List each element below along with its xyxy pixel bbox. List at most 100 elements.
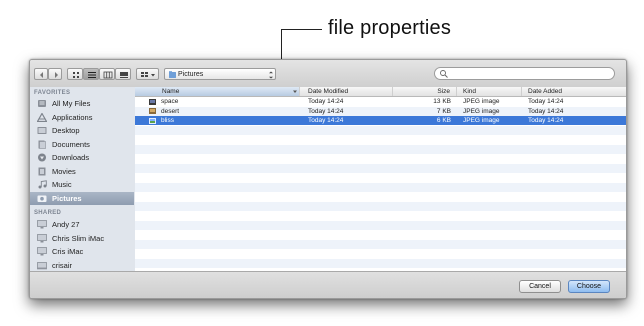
empty-row <box>135 144 626 154</box>
file-kind: JPEG image <box>463 98 500 105</box>
sidebar-item-label: Cris iMac <box>52 247 84 256</box>
file-date-modified: Today 14:24 <box>308 107 344 115</box>
all-files-icon <box>38 100 46 107</box>
sidebar-item-label: All My Files <box>52 99 91 108</box>
icon-view-icon <box>73 72 79 78</box>
file-list: Name Date Modified Size Kind Date Added … <box>135 87 626 298</box>
sidebar-item-label: Applications <box>52 112 93 122</box>
file-date-added: Today 14:24 <box>528 107 564 115</box>
file-date-modified: Today 14:24 <box>308 98 344 105</box>
sidebar-item-movies[interactable]: Movies <box>30 165 134 178</box>
sidebar-item-label: crisair <box>52 260 72 270</box>
coverflow-view-icon <box>120 72 128 78</box>
sidebar-item-chris-slim-imac[interactable]: Chris Slim iMac <box>30 232 134 245</box>
empty-row <box>135 201 626 211</box>
choose-button[interactable]: Choose <box>568 280 610 293</box>
forward-arrow-icon <box>55 72 58 78</box>
file-size: 6 KB <box>436 117 451 124</box>
desktop-icon <box>37 127 47 134</box>
sidebar-item-label: Pictures <box>52 193 82 203</box>
sidebar-item-label: Music <box>52 180 72 189</box>
search-field[interactable] <box>434 67 615 80</box>
forward-button[interactable] <box>48 68 62 80</box>
sidebar-item-desktop[interactable]: Desktop <box>30 124 134 137</box>
table-row[interactable]: bliss Today 14:24 6 KB JPEG image Today … <box>135 116 626 125</box>
favorites-heading: FAVORITES <box>34 90 71 96</box>
column-header-date-modified[interactable]: Date Modified <box>300 87 393 96</box>
sidebar-item-label: Desktop <box>52 126 80 135</box>
annotation-line-horizontal <box>282 29 322 30</box>
downloads-icon <box>38 153 46 162</box>
table-row[interactable]: desert Today 14:24 7 KB JPEG image Today… <box>135 106 626 116</box>
jpeg-file-icon <box>149 98 156 105</box>
coverflow-view-button[interactable] <box>115 68 131 80</box>
sidebar-item-andy-27[interactable]: Andy 27 <box>30 218 134 231</box>
list-view-icon <box>88 72 96 78</box>
column-header-date-added[interactable]: Date Added <box>522 87 626 96</box>
shared-heading: SHARED <box>34 210 62 216</box>
file-size: 13 KB <box>433 98 451 105</box>
applications-icon <box>37 112 47 122</box>
toolbar: Pictures <box>30 60 626 88</box>
table-row[interactable]: space Today 14:24 13 KB JPEG image Today… <box>135 97 626 106</box>
arrange-icon <box>141 72 155 77</box>
sidebar-item-label: Downloads <box>52 153 90 162</box>
dialog-button-bar: Cancel Choose <box>30 271 626 298</box>
empty-row <box>135 239 626 249</box>
sort-descending-icon <box>293 90 297 93</box>
sidebar: FAVORITES All My Files Applications Desk… <box>30 87 136 298</box>
sidebar-item-downloads[interactable]: Downloads <box>30 151 134 164</box>
empty-row <box>135 125 626 135</box>
sidebar-item-music[interactable]: Music <box>30 178 134 191</box>
sidebar-item-crisair[interactable]: crisair <box>30 259 134 272</box>
icon-view-button[interactable] <box>67 68 83 80</box>
music-icon <box>38 180 47 189</box>
back-arrow-icon <box>40 72 43 78</box>
pictures-icon <box>37 195 47 202</box>
empty-row <box>135 163 626 173</box>
annotation-label: file properties <box>328 17 452 39</box>
column-view-icon <box>103 71 113 79</box>
sidebar-item-label: Movies <box>52 166 76 176</box>
open-file-dialog: Pictures FAVORITES All My Files Applicat… <box>29 59 627 299</box>
file-list-header: Name Date Modified Size Kind Date Added <box>135 87 626 97</box>
empty-row <box>135 220 626 230</box>
computer-icon <box>37 261 47 269</box>
file-date-added: Today 14:24 <box>528 117 564 124</box>
empty-row <box>135 258 626 268</box>
list-view-button[interactable] <box>83 68 99 80</box>
location-label: Pictures <box>178 70 204 78</box>
back-button[interactable] <box>34 68 48 80</box>
documents-icon <box>38 140 46 149</box>
sidebar-item-documents[interactable]: Documents <box>30 138 134 151</box>
movies-icon <box>38 167 46 175</box>
cancel-button[interactable]: Cancel <box>519 280 561 293</box>
column-header-kind[interactable]: Kind <box>457 87 522 96</box>
column-header-size[interactable]: Size <box>393 87 457 96</box>
file-size: 7 KB <box>436 107 451 115</box>
file-kind: JPEG image <box>463 117 500 124</box>
file-name: bliss <box>161 117 175 124</box>
sidebar-item-label: Chris Slim iMac <box>52 233 105 243</box>
file-date-added: Today 14:24 <box>528 98 564 105</box>
sidebar-item-pictures[interactable]: Pictures <box>30 191 134 205</box>
computer-icon <box>37 220 47 229</box>
search-icon <box>440 70 448 78</box>
jpeg-file-icon <box>149 108 156 114</box>
file-name: space <box>161 98 179 105</box>
computer-icon <box>37 233 47 242</box>
jpeg-file-icon <box>149 117 156 124</box>
sidebar-item-cris-imac[interactable]: Cris iMac <box>30 245 134 258</box>
arrange-menu-button[interactable] <box>136 68 159 80</box>
sidebar-item-label: Documents <box>52 139 90 149</box>
empty-row <box>135 182 626 192</box>
column-view-button[interactable] <box>99 68 115 80</box>
file-date-modified: Today 14:24 <box>308 117 344 124</box>
sidebar-item-all-my-files[interactable]: All My Files <box>30 97 134 110</box>
location-popup[interactable]: Pictures <box>164 68 276 80</box>
column-header-name[interactable]: Name <box>135 87 300 96</box>
file-name: desert <box>161 107 180 115</box>
computer-icon <box>37 247 47 256</box>
sidebar-item-applications[interactable]: Applications <box>30 111 134 124</box>
sidebar-item-label: Andy 27 <box>52 220 80 229</box>
